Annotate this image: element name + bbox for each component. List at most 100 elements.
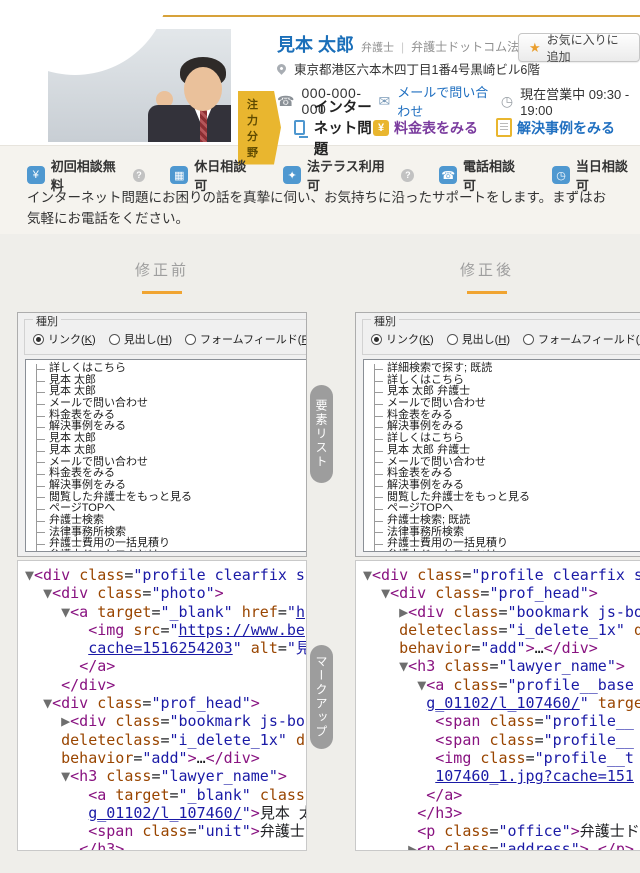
tree-tick <box>36 381 45 382</box>
elements-list-panel-after: 種別 リンク(K)見出し(H)フォームフィールド(F)ボタン(B) 詳細検索で探… <box>355 312 640 557</box>
help-icon[interactable]: ? <box>133 169 146 182</box>
tree-tick <box>374 544 383 545</box>
feature-badge-icon: ¥ <box>27 166 45 184</box>
code-line: </a> <box>363 786 640 804</box>
feature-badge-icon: ◷ <box>552 166 570 184</box>
expand-arrow-icon[interactable]: ▼ <box>25 566 34 584</box>
element-list-item-label: 見本 太郎 <box>49 432 96 444</box>
page: 見本 太郎弁護士|弁護士ドットコム法律事務所 東京都港区六本木四丁目1番4号黒崎… <box>0 0 640 873</box>
element-list-item-label: メールで問い合わせ <box>49 456 148 468</box>
element-list-item-label: 弁護士費用の一括見積り <box>49 537 170 549</box>
before-label-underline <box>142 291 182 294</box>
elements-listbox-after: 詳細検索で探す; 既読詳しくはこちら見本 太郎 弁護士メールで問い合わせ料金表を… <box>363 359 640 552</box>
radio-option[interactable]: 見出し(H) <box>447 331 510 347</box>
element-list-item-label: メールで問い合わせ <box>387 456 486 468</box>
radio-circle <box>185 334 196 345</box>
expand-arrow-icon[interactable]: ▼ <box>43 694 52 712</box>
tree-tick <box>36 497 45 498</box>
element-list-item[interactable]: 弁護士ドットコムとは <box>364 550 640 552</box>
element-list-item-label: メールで問い合わせ <box>49 397 148 409</box>
radio-option[interactable]: リンク(K) <box>33 331 96 347</box>
expand-arrow-icon[interactable]: ▼ <box>381 584 390 602</box>
element-list-item-label: 解決事例をみる <box>49 420 126 432</box>
expand-arrow-icon[interactable]: ▼ <box>363 566 372 584</box>
radio-label: フォームフィールド(F) <box>538 331 640 347</box>
tree-tick <box>374 497 383 498</box>
element-list-item-label: 解決事例をみる <box>387 420 464 432</box>
element-list-item-label: メールで問い合わせ <box>387 397 486 409</box>
code-line: <img src="https://www.be <box>25 621 306 639</box>
code-line: cache=1516254203" alt="見 <box>25 639 306 657</box>
tree-tick <box>36 486 45 487</box>
code-line: ▼<a target="_blank" href="h <box>25 603 306 621</box>
expand-arrow-icon[interactable]: ▼ <box>61 767 70 785</box>
tree-tick <box>374 532 383 533</box>
tree-tick <box>374 392 383 393</box>
element-list-item-label: 見本 太郎 弁護士 <box>387 444 470 456</box>
radio-label: リンク(K) <box>386 331 434 347</box>
code-line: <span class="profile__ <box>363 712 640 730</box>
radio-option[interactable]: フォームフィールド(F) <box>523 331 640 347</box>
expand-arrow-icon[interactable]: ▼ <box>43 584 52 602</box>
help-icon[interactable]: ? <box>401 169 414 182</box>
element-list-item-label: 見本 太郎 <box>49 374 96 386</box>
business-hours: 現在営業中 09:30 - 19:00 <box>520 84 640 118</box>
radio-label: フォームフィールド(F) <box>200 331 307 347</box>
feature-badge-icon: ✦ <box>283 166 301 184</box>
expand-arrow-icon[interactable]: ▼ <box>417 676 426 694</box>
element-list-item-label: 閲覧した弁護士をもっと見る <box>49 491 192 503</box>
element-list-item-label: 弁護士費用の一括見積り <box>387 537 508 549</box>
after-label: 修正後 <box>355 259 619 280</box>
focus-area-row: 注力分野 インターネット問題 ¥料金表をみる 解決事例をみる <box>238 115 615 140</box>
code-line: g_01102/l_107460/" target= <box>363 694 640 712</box>
case-examples-link[interactable]: 解決事例をみる <box>496 118 615 138</box>
element-list-item-label: 詳細検索で探す; 既読 <box>387 362 492 374</box>
radio-option[interactable]: 見出し(H) <box>109 331 172 347</box>
radio-option[interactable]: リンク(K) <box>371 331 434 347</box>
tree-tick <box>374 451 383 452</box>
elements-tree-before: 詳しくはこちら見本 太郎見本 太郎メールで問い合わせ料金表をみる解決事例をみる見… <box>26 360 307 552</box>
favorite-button-label: お気に入りに追加 <box>547 31 629 65</box>
tree-tick <box>374 381 383 382</box>
element-list-item-label: 法律事務所検索 <box>49 526 126 538</box>
focus-area-badge: 注力分野 <box>238 91 281 165</box>
element-list-item-label: 料金表をみる <box>387 467 453 479</box>
expand-arrow-icon[interactable]: ▼ <box>399 657 408 675</box>
element-list-item-label: ページTOPへ <box>387 502 453 514</box>
tree-tick <box>36 369 45 370</box>
code-line: </div> <box>25 676 306 694</box>
element-list-item-label: ページTOPへ <box>49 502 115 514</box>
tree-tick <box>36 439 45 440</box>
expand-arrow-icon[interactable]: ▶ <box>61 712 70 730</box>
radio-label: 見出し(H) <box>462 331 510 347</box>
elements-list-pill: 要素リスト <box>310 385 333 483</box>
tree-tick <box>374 521 383 522</box>
elements-tree-after: 詳細検索で探す; 既読詳しくはこちら見本 太郎 弁護士メールで問い合わせ料金表を… <box>364 360 640 552</box>
tree-tick <box>36 427 45 428</box>
add-favorite-button[interactable]: ★ お気に入りに追加 <box>518 33 640 62</box>
code-line: ▼<div class="photo"> <box>25 584 306 602</box>
element-list-item-label: 料金表をみる <box>387 409 453 421</box>
tree-tick <box>374 439 383 440</box>
tree-tick <box>374 404 383 405</box>
code-line: behavior="add">…</div> <box>25 749 306 767</box>
price-list-link[interactable]: ¥料金表をみる <box>373 118 478 138</box>
radio-option[interactable]: フォームフィールド(F) <box>185 331 307 347</box>
expand-arrow-icon[interactable]: ▼ <box>61 603 70 621</box>
code-line: ▼<h3 class="lawyer_name"> <box>363 657 640 675</box>
element-list-item-label: 閲覧した弁護士をもっと見る <box>387 491 530 503</box>
code-line: <a target="_blank" class <box>25 786 306 804</box>
markup-pill: マークアップ <box>310 645 333 749</box>
element-list-item[interactable]: 弁護士ドットコムとは <box>26 550 307 552</box>
code-after: ▼<div class="profile clearfix s ▼<div cl… <box>356 561 640 851</box>
radio-label: リンク(K) <box>48 331 96 347</box>
lawyer-title: 弁護士 <box>361 42 394 54</box>
expand-arrow-icon[interactable]: ▶ <box>408 840 417 851</box>
star-icon: ★ <box>529 40 541 56</box>
phone-icon: ☎ <box>277 94 294 108</box>
code-line: <p class="office">弁護士ドット <box>363 822 640 840</box>
type-radio-row: リンク(K)見出し(H)フォームフィールド(F)ボタン(B) <box>33 331 307 347</box>
expand-arrow-icon[interactable]: ▶ <box>399 603 408 621</box>
code-line: 107460_1.jpg?cache=151 <box>363 767 640 785</box>
address-text: 東京都港区六本木四丁目1番4号黒崎ビル6階 <box>294 59 540 78</box>
